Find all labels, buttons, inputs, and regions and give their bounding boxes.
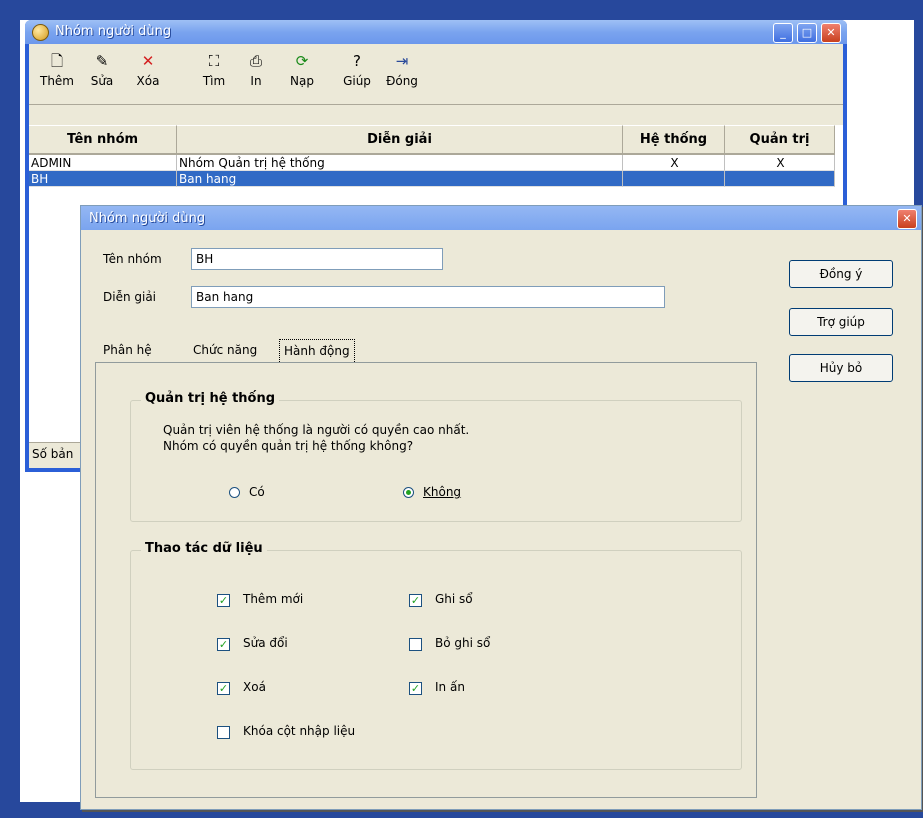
toolbar-delete-button[interactable]: ✕ Xóa <box>131 52 165 88</box>
checkbox-post[interactable]: ✓ <box>409 594 422 607</box>
desktop-border-left <box>0 0 20 818</box>
window-title: Nhóm người dùng <box>55 24 172 39</box>
exit-door-icon: ⇥ <box>395 52 409 70</box>
description-label: Diễn giải <box>103 290 157 304</box>
group-name-input[interactable]: BH <box>191 248 443 270</box>
dialog-title: Nhóm người dùng <box>89 211 206 226</box>
desktop-border-top <box>0 0 923 20</box>
checkbox-edit[interactable]: ✓ <box>217 638 230 651</box>
cell-admin: X <box>725 155 835 171</box>
close-button[interactable]: ✕ <box>821 23 841 43</box>
ok-button[interactable]: Đồng ý <box>789 260 893 288</box>
delete-x-icon: ✕ <box>141 52 155 70</box>
refresh-icon: ⟳ <box>295 52 309 70</box>
data-ops-groupbox: Thao tác dữ liệu ✓ Thêm mới ✓ Ghi sổ ✓ S… <box>130 541 742 770</box>
admin-yes-radio[interactable] <box>229 487 240 498</box>
data-ops-group-title: Thao tác dữ liệu <box>141 541 267 556</box>
edit-icon: ✎ <box>95 52 109 70</box>
minimize-button[interactable]: _ <box>773 23 793 43</box>
label-lock-columns[interactable]: Khóa cột nhập liệu <box>243 724 355 738</box>
app-icon <box>32 24 49 41</box>
table-row[interactable]: ADMIN Nhóm Quản trị hệ thống X X <box>29 155 835 171</box>
toolbar-print-button[interactable]: ⎙ In <box>241 52 271 88</box>
toolbar-edit-button[interactable]: ✎ Sửa <box>85 52 119 88</box>
cell-system <box>623 171 725 187</box>
tab-functions[interactable]: Chức năng <box>189 339 261 363</box>
toolbar-reload-button[interactable]: ⟳ Nạp <box>285 52 319 88</box>
toolbar-find-button[interactable]: ⛶ Tìm <box>197 52 231 88</box>
toolbar: 🗋 Thêm ✎ Sửa ✕ Xóa ⛶ Tìm ⎙ In ⟳ Nạp ? Gi… <box>29 44 843 105</box>
description-input[interactable]: Ban hang <box>191 286 665 308</box>
toolbar-help-button[interactable]: ? Giúp <box>337 52 377 88</box>
checkbox-delete[interactable]: ✓ <box>217 682 230 695</box>
status-bar: Số bản <box>29 442 83 464</box>
column-header-description[interactable]: Diễn giải <box>177 125 623 155</box>
new-document-icon: 🗋 <box>50 52 64 70</box>
group-name-label: Tên nhóm <box>103 252 162 266</box>
toolbar-close-button[interactable]: ⇥ Đóng <box>381 52 423 88</box>
cell-description: Nhóm Quản trị hệ thống <box>177 155 623 171</box>
cell-group-name: ADMIN <box>29 155 177 171</box>
label-print[interactable]: In ấn <box>435 680 465 694</box>
help-button[interactable]: Trợ giúp <box>789 308 893 336</box>
column-header-system[interactable]: Hệ thống <box>623 125 725 155</box>
group-edit-dialog: Nhóm người dùng ✕ Tên nhóm BH Diễn giải … <box>80 205 922 810</box>
admin-no-label[interactable]: Không <box>423 485 461 499</box>
label-unpost[interactable]: Bỏ ghi sổ <box>435 636 490 650</box>
admin-info-line1: Quản trị viên hệ thống là người có quyền… <box>163 423 470 437</box>
maximize-button[interactable]: □ <box>797 23 817 43</box>
help-icon: ? <box>353 52 361 70</box>
window-titlebar[interactable]: Nhóm người dùng _ □ ✕ <box>25 20 847 44</box>
checkbox-unpost[interactable] <box>409 638 422 651</box>
admin-yes-label[interactable]: Có <box>249 485 265 499</box>
printer-icon: ⎙ <box>249 52 262 70</box>
label-edit[interactable]: Sửa đổi <box>243 636 288 650</box>
admin-no-radio[interactable] <box>403 487 414 498</box>
admin-groupbox: Quản trị hệ thống Quản trị viên hệ thống… <box>130 391 742 522</box>
checkbox-lock-columns[interactable] <box>217 726 230 739</box>
label-add-new[interactable]: Thêm mới <box>243 592 303 606</box>
cell-system: X <box>623 155 725 171</box>
cell-admin <box>725 171 835 187</box>
admin-info-line2: Nhóm có quyền quản trị hệ thống không? <box>163 439 414 453</box>
cell-group-name: BH <box>29 171 177 187</box>
cell-description: Ban hang <box>177 171 623 187</box>
label-delete[interactable]: Xoá <box>243 680 266 694</box>
tab-modules[interactable]: Phân hệ <box>99 339 156 363</box>
toolbar-add-button[interactable]: 🗋 Thêm <box>39 52 75 88</box>
cancel-button[interactable]: Hủy bỏ <box>789 354 893 382</box>
binoculars-icon: ⛶ <box>208 52 220 70</box>
column-header-admin[interactable]: Quản trị <box>725 125 835 155</box>
dialog-titlebar[interactable]: Nhóm người dùng ✕ <box>81 206 921 230</box>
table-row-selected[interactable]: BH Ban hang <box>29 171 835 187</box>
tab-panel-actions: Quản trị hệ thống Quản trị viên hệ thống… <box>95 362 757 798</box>
label-post[interactable]: Ghi sổ <box>435 592 473 606</box>
admin-group-title: Quản trị hệ thống <box>141 391 280 406</box>
checkbox-print[interactable]: ✓ <box>409 682 422 695</box>
dialog-close-button[interactable]: ✕ <box>897 209 917 229</box>
checkbox-add-new[interactable]: ✓ <box>217 594 230 607</box>
column-header-group-name[interactable]: Tên nhóm <box>29 125 177 155</box>
